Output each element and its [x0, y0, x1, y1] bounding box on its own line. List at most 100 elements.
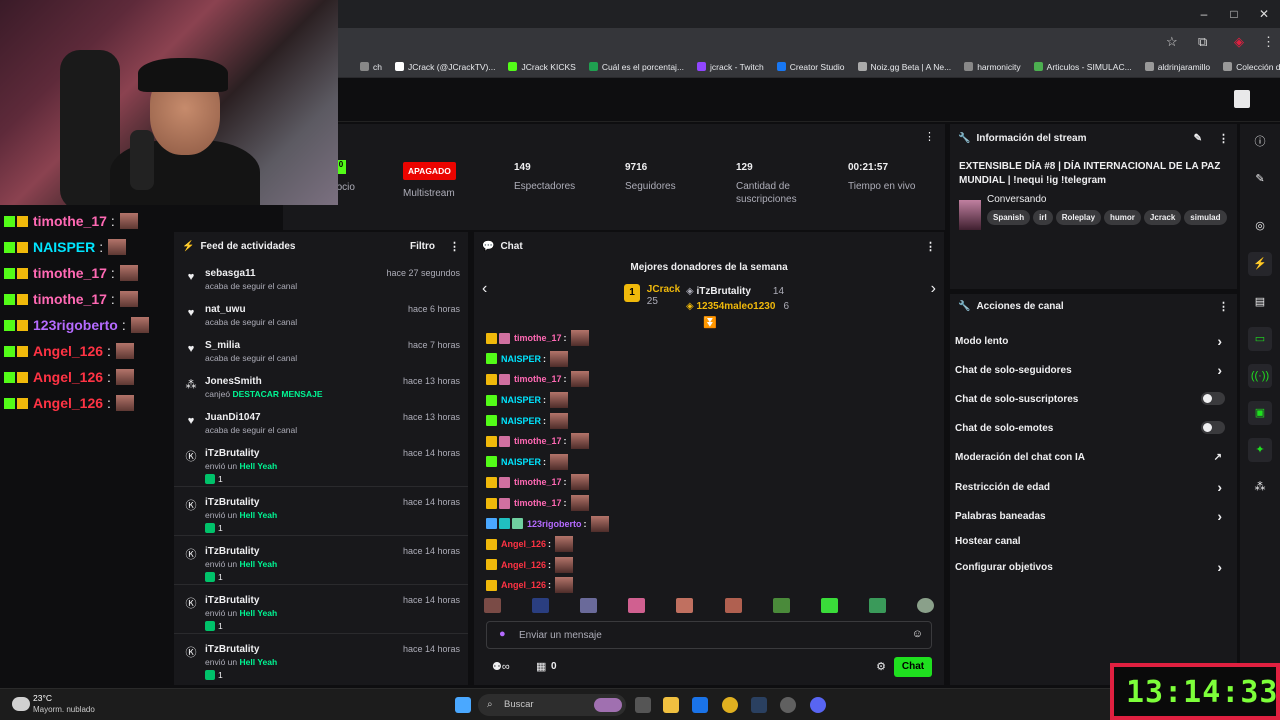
donor2-name[interactable]: iTzBrutality: [696, 286, 750, 297]
emote-icon[interactable]: [484, 598, 501, 613]
feed-username[interactable]: iTzBrutality: [205, 497, 259, 508]
maximize-icon[interactable]: □: [1226, 6, 1242, 22]
stream-tag[interactable]: irl: [1033, 210, 1053, 225]
bookmark-item[interactable]: Noiz.gg Beta | A Ne...: [857, 62, 951, 72]
chat-username[interactable]: Angel_126: [501, 580, 546, 590]
feed-username[interactable]: sebasga11: [205, 268, 256, 279]
close-icon[interactable]: ✕: [1256, 6, 1272, 22]
channel-action-item[interactable]: Modo lento ›: [955, 333, 1230, 349]
emote-icon[interactable]: [916, 598, 934, 613]
minimize-icon[interactable]: –: [1196, 6, 1212, 22]
emote-icon[interactable]: [580, 598, 598, 613]
chat-username[interactable]: timothe_17: [514, 374, 562, 384]
steam-icon[interactable]: [751, 697, 767, 713]
emoji-icon[interactable]: ☺: [912, 628, 923, 640]
profile-icon[interactable]: ◈: [1234, 34, 1244, 50]
screen-icon[interactable]: ▣: [1248, 401, 1272, 425]
feed-filter-button[interactable]: Filtro: [410, 241, 435, 252]
chat-message[interactable]: timothe_17:: [486, 369, 926, 390]
broadcast-icon[interactable]: ((·)): [1248, 364, 1272, 388]
star-icon[interactable]: ☆: [1166, 34, 1178, 50]
stream-tag[interactable]: Jcrack: [1143, 210, 1182, 225]
channel-action-item[interactable]: Palabras baneadas ›: [955, 508, 1230, 524]
prev-arrow-icon[interactable]: ‹: [482, 280, 487, 298]
stream-tag[interactable]: simulad: [1184, 210, 1227, 225]
bookmark-item[interactable]: Articulos - SIMULAC...: [1033, 62, 1132, 72]
menu-icon[interactable]: ⋮: [1262, 34, 1275, 50]
wrench-tool-icon[interactable]: ✦: [1248, 438, 1272, 462]
bookmark-item[interactable]: harmonicity: [964, 62, 1021, 72]
emote-icon[interactable]: [628, 598, 646, 613]
settings-icon[interactable]: [780, 697, 796, 713]
feed-username[interactable]: iTzBrutality: [205, 546, 259, 557]
chat-icon[interactable]: ▭: [1248, 327, 1272, 351]
chat-menu-icon[interactable]: ⋮: [925, 240, 936, 253]
channel-action-item[interactable]: Chat de solo-suscriptores: [955, 392, 1230, 405]
feed-username[interactable]: JuanDi1047: [205, 412, 261, 423]
extensions-icon[interactable]: ⧉: [1198, 34, 1207, 50]
feed-username[interactable]: S_milia: [205, 340, 240, 351]
discord-icon[interactable]: [810, 697, 826, 713]
chat-username[interactable]: NAISPER: [501, 457, 541, 467]
category-name[interactable]: Conversando: [987, 194, 1046, 205]
emote-icon[interactable]: [820, 598, 838, 613]
bookmark-item[interactable]: JCrack (@JCrackTV)...: [394, 62, 495, 72]
bookmark-item[interactable]: JCrack KICKS: [508, 62, 576, 72]
outlook-icon[interactable]: [692, 697, 708, 713]
bookmark-item[interactable]: Cuál es el porcentaj...: [588, 62, 684, 72]
feed-menu-icon[interactable]: ⋮: [449, 240, 460, 253]
chat-message[interactable]: Angel_126:: [486, 555, 926, 576]
store-icon[interactable]: ▦: [536, 660, 546, 673]
task-view-icon[interactable]: [635, 697, 651, 713]
emote-icon[interactable]: [676, 598, 694, 613]
emote-icon[interactable]: [532, 598, 550, 613]
channel-action-item[interactable]: Configurar objetivos ›: [955, 559, 1230, 575]
bookmark-item[interactable]: jcrack - Twitch: [697, 62, 764, 72]
taskbar-search[interactable]: ⌕ Buscar: [478, 694, 626, 716]
feed-username[interactable]: iTzBrutality: [205, 644, 259, 655]
channel-avatar[interactable]: [1234, 90, 1250, 108]
channel-action-item[interactable]: Moderación del chat con IA ↗: [955, 452, 1230, 463]
camera-icon[interactable]: ◎: [1248, 214, 1272, 238]
chat-message[interactable]: NAISPER:: [486, 410, 926, 431]
network-icon[interactable]: ⁂: [1248, 475, 1272, 499]
info-icon[interactable]: ⓘ: [1248, 130, 1272, 154]
chat-message[interactable]: NAISPER:: [486, 390, 926, 411]
chat-username[interactable]: timothe_17: [514, 498, 562, 508]
folder-icon[interactable]: [663, 697, 679, 713]
channel-action-item[interactable]: Chat de solo-seguidores ›: [955, 362, 1230, 378]
points-icon[interactable]: ⚉∞: [492, 660, 510, 673]
chat-message[interactable]: 123rigoberto:: [486, 513, 926, 534]
emote-icon[interactable]: [772, 598, 790, 613]
actions-menu-icon[interactable]: ⋮: [1218, 300, 1229, 313]
channel-action-item[interactable]: Restricción de edad ›: [955, 479, 1230, 495]
toggle-switch[interactable]: [1201, 421, 1225, 434]
bookmark-item[interactable]: Creator Studio: [776, 62, 845, 72]
feed-username[interactable]: iTzBrutality: [205, 595, 259, 606]
chat-message[interactable]: timothe_17:: [486, 472, 926, 493]
channel-action-item[interactable]: Hostear canal: [955, 536, 1230, 547]
chat-message[interactable]: Angel_126:: [486, 534, 926, 555]
chat-message[interactable]: timothe_17:: [486, 328, 926, 349]
chat-message[interactable]: Angel_126:: [486, 575, 926, 596]
emote-icon[interactable]: [724, 598, 742, 613]
feed-username[interactable]: JonesSmith: [205, 376, 262, 387]
chat-username[interactable]: NAISPER: [501, 416, 541, 426]
chat-message[interactable]: NAISPER:: [486, 452, 926, 473]
channel-action-item[interactable]: Chat de solo-emotes: [955, 421, 1230, 434]
chat-message[interactable]: timothe_17:: [486, 431, 926, 452]
chat-username[interactable]: timothe_17: [514, 477, 562, 487]
donor3-name[interactable]: 12354maleo1230: [696, 301, 775, 312]
chat-username[interactable]: timothe_17: [514, 436, 562, 446]
pencil-icon[interactable]: ✎: [1248, 167, 1272, 191]
chat-username[interactable]: NAISPER: [501, 354, 541, 364]
stats-menu-icon[interactable]: ⋮: [924, 130, 935, 143]
chat-message[interactable]: timothe_17:: [486, 493, 926, 514]
chat-username[interactable]: Angel_126: [501, 539, 546, 549]
next-arrow-icon[interactable]: ›: [931, 280, 936, 298]
multistream-status-badge[interactable]: APAGADO: [403, 162, 456, 180]
bookmark-item[interactable]: aldrinjaramillo: [1144, 62, 1210, 72]
mic-icon[interactable]: ●: [499, 628, 506, 640]
bookmark-item[interactable]: Colección de M_blei...: [1223, 62, 1280, 72]
chat-username[interactable]: timothe_17: [514, 333, 562, 343]
